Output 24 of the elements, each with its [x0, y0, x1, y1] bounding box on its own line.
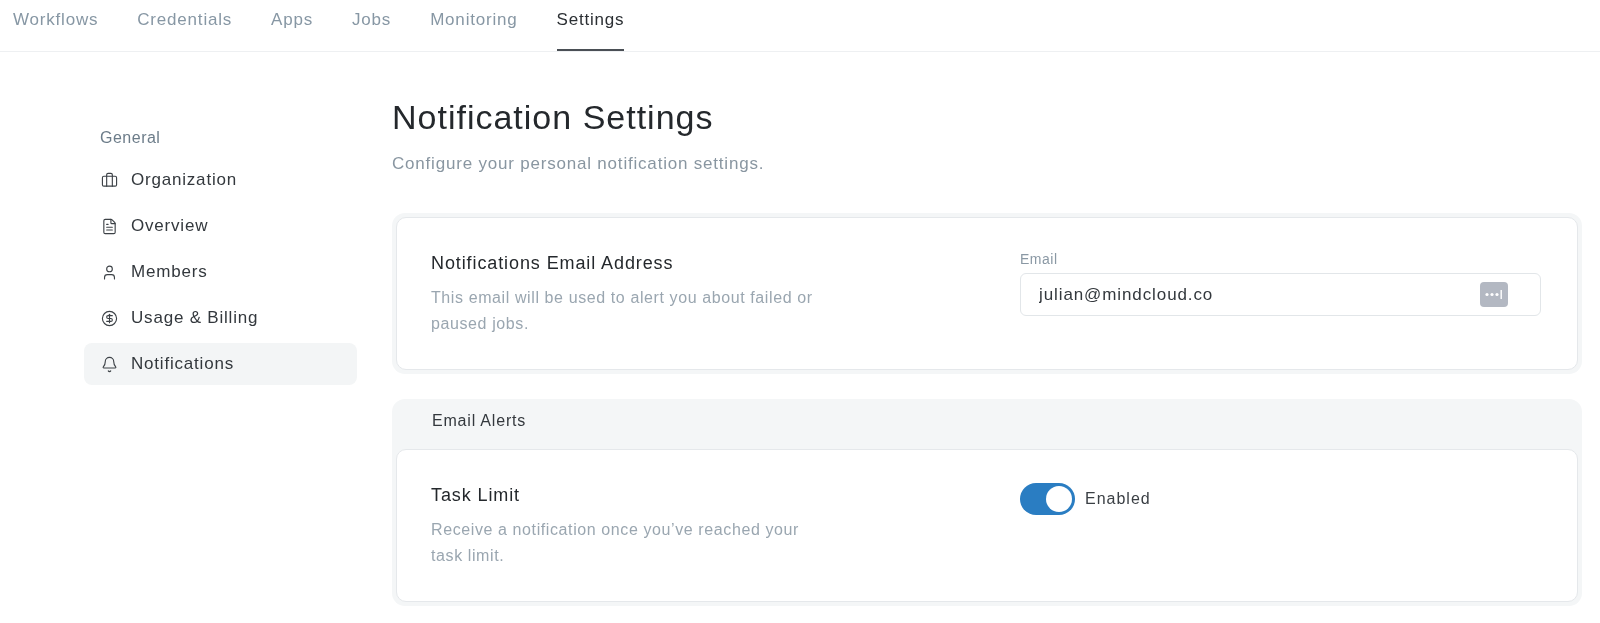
- card-title: Notifications Email Address: [431, 252, 674, 275]
- briefcase-icon: [101, 171, 118, 189]
- page-subtitle: Configure your personal notification settings.: [392, 153, 766, 175]
- sidebar-item[interactable]: Members: [84, 251, 357, 293]
- email-field[interactable]: julian@mindcloud.co: [1020, 273, 1541, 316]
- toggle-label: Enabled: [1085, 490, 1151, 508]
- document-icon: [101, 217, 118, 235]
- toggle-switch[interactable]: [1020, 483, 1075, 515]
- dollar-coin-icon: [101, 309, 118, 327]
- card-description: Receive a notification once you’ve reached your task limit.: [431, 520, 800, 566]
- sidebar-item[interactable]: Organization: [84, 159, 357, 201]
- panel-heading: Email Alerts: [431, 411, 528, 431]
- password-dots-icon[interactable]: [1480, 282, 1508, 307]
- card-title: Task Limit: [431, 484, 520, 507]
- sidebar-item[interactable]: Overview: [84, 205, 357, 247]
- sidebar-item[interactable]: Notifications: [84, 343, 357, 385]
- nav-tab[interactable]: Settings: [556, 0, 625, 51]
- section-label: General: [99, 128, 162, 148]
- user-icon: [101, 263, 118, 281]
- sidebar-item[interactable]: Usage & Billing: [84, 297, 357, 339]
- page-title: Notification Settings: [392, 97, 715, 137]
- bell-icon: [101, 355, 118, 373]
- field-label: Email: [1020, 251, 1058, 267]
- card-description: This email will be used to alert you about failed or paused jobs.: [431, 288, 814, 334]
